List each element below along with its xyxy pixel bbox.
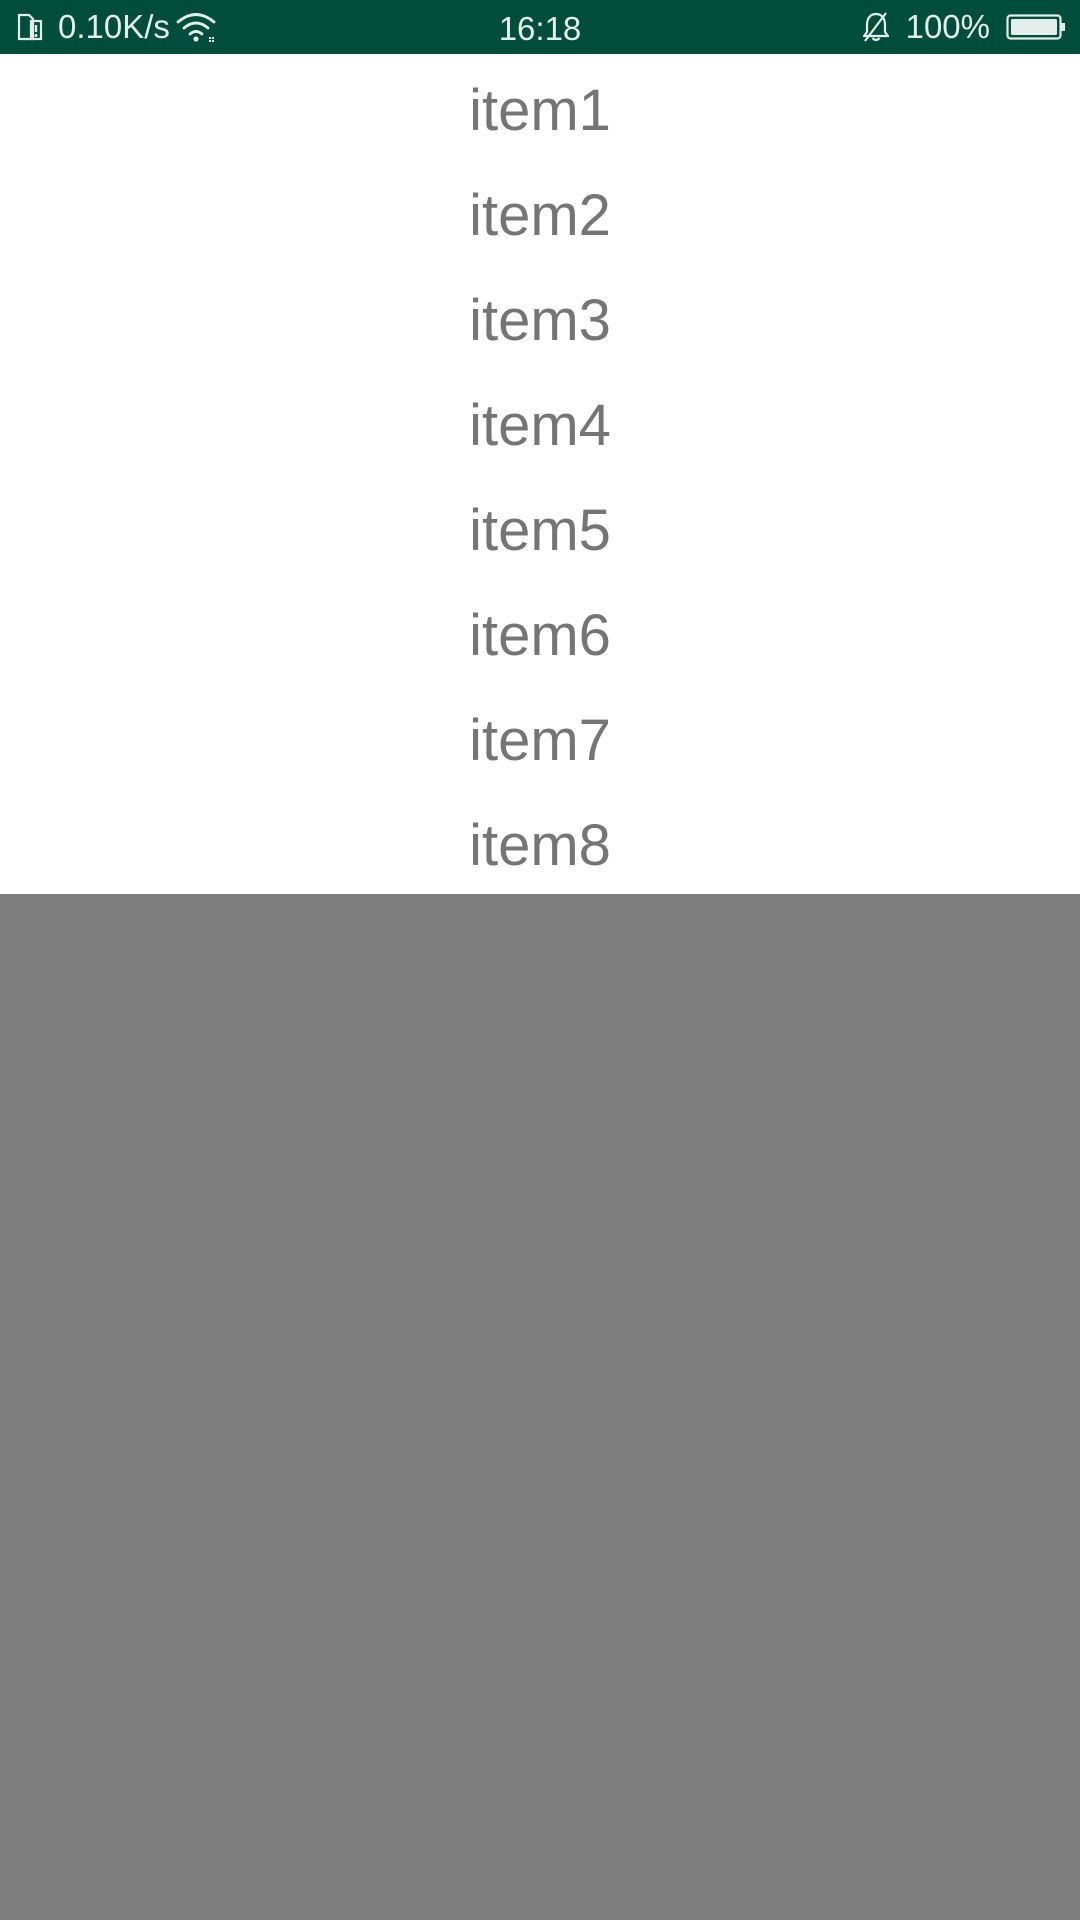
bell-muted-icon — [860, 10, 892, 44]
list-item[interactable]: item3 — [0, 264, 1080, 369]
list-item[interactable]: item6 — [0, 579, 1080, 684]
wifi-icon — [176, 11, 216, 43]
list-item[interactable]: item7 — [0, 684, 1080, 789]
dim-overlay[interactable] — [0, 894, 1080, 1920]
battery-icon — [1006, 13, 1066, 41]
sim-card-icon — [16, 12, 44, 42]
status-bar-left: 0.10K/s — [16, 0, 216, 54]
battery-percent: 100% — [905, 8, 990, 45]
item-list: item1 item2 item3 item4 item5 item6 item… — [0, 54, 1080, 894]
network-speed: 0.10K/s — [58, 8, 170, 45]
list-item[interactable]: item5 — [0, 474, 1080, 579]
status-bar-right: 100% — [860, 0, 1066, 54]
list-item[interactable]: item2 — [0, 159, 1080, 264]
list-item[interactable]: item4 — [0, 369, 1080, 474]
list-item[interactable]: item1 — [0, 54, 1080, 159]
list-item[interactable]: item8 — [0, 789, 1080, 894]
status-bar: 0.10K/s 16:18 100% — [0, 0, 1080, 54]
